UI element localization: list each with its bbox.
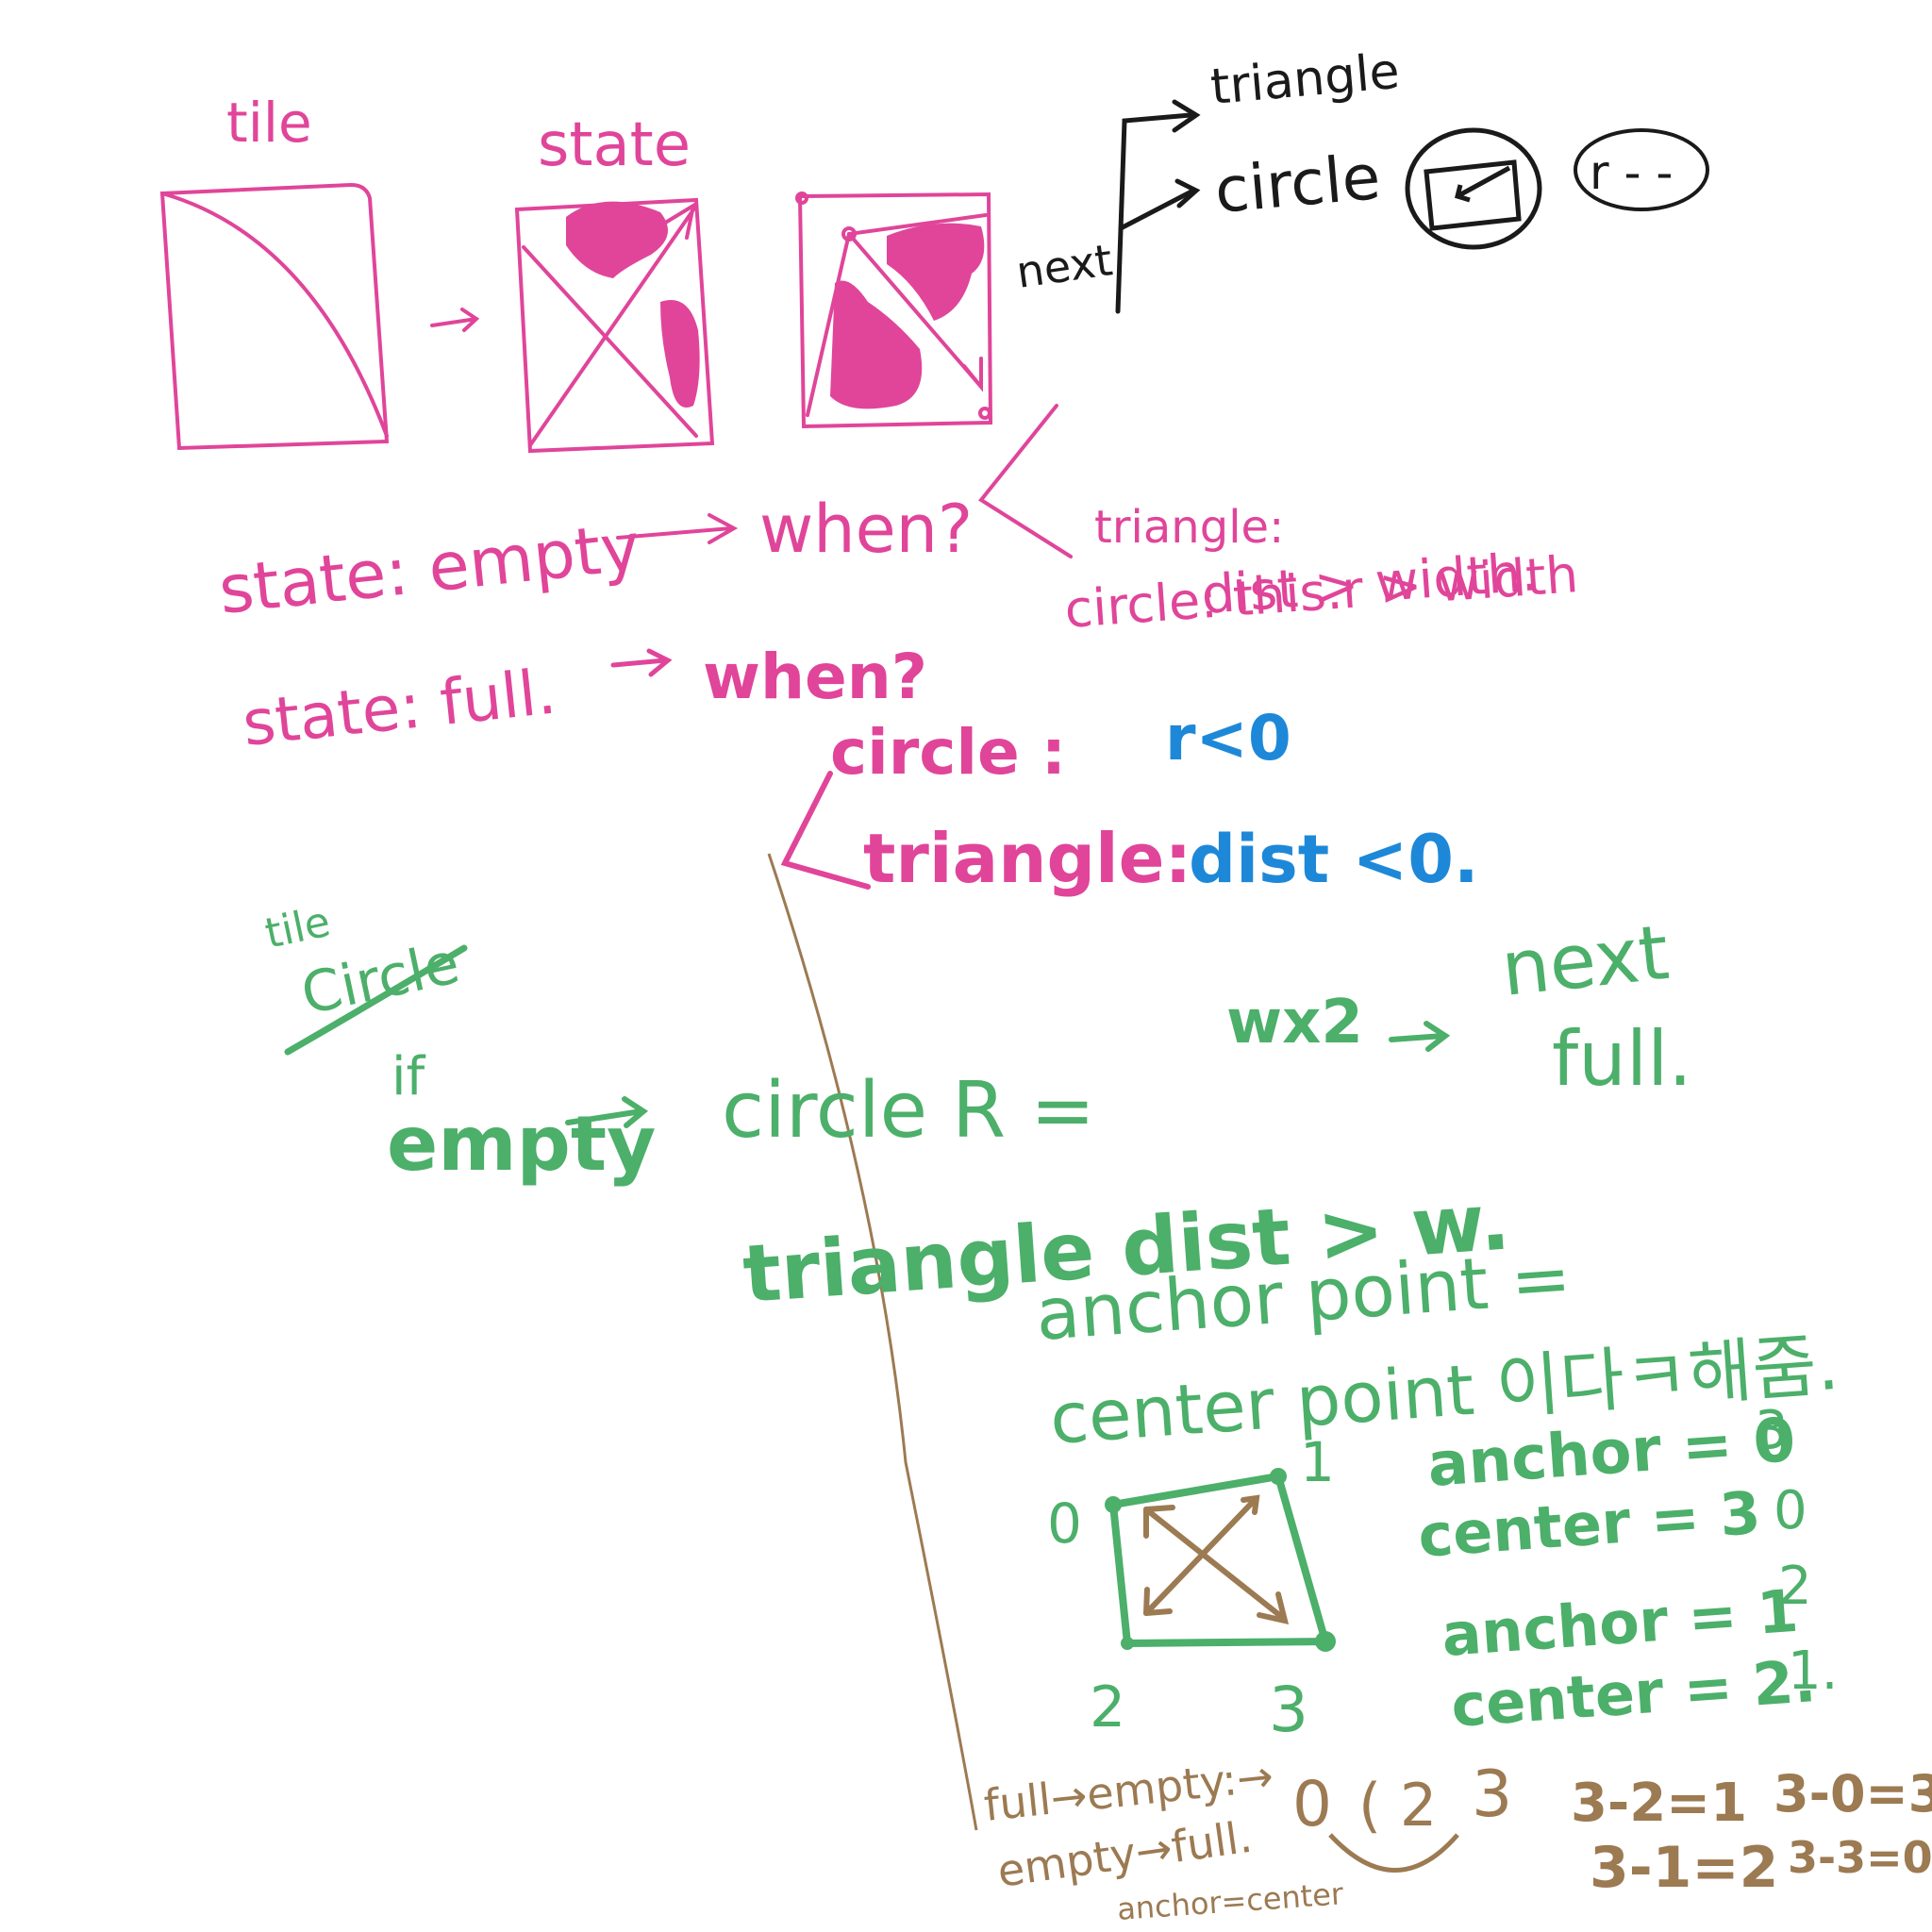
- calc-3-minus-0: 3-0=3: [1774, 1764, 1932, 1824]
- full-green-label: full.: [1552, 1015, 1692, 1103]
- state-box-2-fill: [830, 223, 985, 409]
- green-tile-label: tile: [261, 898, 335, 958]
- sequence-1-2: ( 2: [1358, 1771, 1437, 1840]
- state-full-text: state: full.: [240, 656, 559, 760]
- tile-label: tile: [226, 91, 312, 155]
- when-question-2: when?: [703, 641, 927, 713]
- tile-shape: [159, 182, 390, 451]
- sequence-0: 0: [1292, 1768, 1332, 1840]
- circle-triangle-bracket: [780, 771, 871, 890]
- next-branch: [1115, 99, 1201, 314]
- next-green-label: next: [1497, 908, 1673, 1013]
- center-alt-1: 1.: [1788, 1641, 1838, 1702]
- full-when-arrow: [610, 648, 673, 677]
- wx2-label: wx2: [1226, 988, 1363, 1058]
- triangle-condition-text: dist > width.: [1199, 541, 1540, 626]
- corner-3-label: 3: [1269, 1674, 1308, 1746]
- calc-3-minus-2: 3-2=1: [1571, 1773, 1747, 1834]
- circle-label-2: circle :: [830, 716, 1066, 789]
- corner-1-label: 1: [1300, 1430, 1335, 1494]
- anchor-alt-2: 2: [1778, 1556, 1812, 1617]
- triangle-option-label: triangle: [1208, 43, 1402, 116]
- state-label: state: [538, 110, 691, 180]
- calc-3-minus-1: 3-1=2: [1590, 1835, 1778, 1901]
- whiteboard-canvas: tile state circle: this.r > width triang…: [0, 0, 1932, 1932]
- when-question-1: when?: [759, 491, 973, 568]
- sequence-3: 3: [1472, 1757, 1512, 1832]
- corner-square: [1105, 1468, 1336, 1652]
- circle-option-label: circle: [1212, 141, 1384, 227]
- if-label: if: [391, 1046, 426, 1108]
- corner-0-label: 0: [1047, 1491, 1082, 1556]
- circle-r-less-zero: r<0: [1165, 702, 1291, 774]
- tile-arc: [160, 192, 389, 438]
- sequence-arc: [1328, 1833, 1459, 1873]
- tile-to-state-arrow: [430, 308, 480, 332]
- center-alt-0: 0: [1774, 1480, 1807, 1541]
- anchor-center-label: anchor=center: [1116, 1875, 1345, 1927]
- empty-label: empty: [387, 1100, 656, 1188]
- next-label: next: [1013, 234, 1115, 298]
- wx2-next-arrow: [1389, 1021, 1451, 1052]
- calc-3-minus-3: 3-3=0: [1788, 1832, 1932, 1883]
- when-bracket: [978, 404, 1073, 558]
- triangle-label: triangle:: [1094, 501, 1284, 554]
- triangle-label-2: triangle:: [863, 819, 1191, 898]
- r-dash-label: r - -: [1590, 145, 1673, 200]
- corner-2-label: 2: [1090, 1674, 1125, 1740]
- anchor-alt-3: 3: [1755, 1400, 1789, 1461]
- circle-r-label: circle R =: [722, 1066, 1095, 1156]
- state-empty-text: state: empty: [215, 508, 643, 629]
- circle-icon: [1405, 127, 1542, 250]
- triangle-dist-less-zero: dist <0.: [1189, 821, 1479, 898]
- sketch-drawing: tile state circle: this.r > width triang…: [159, 43, 1932, 1927]
- brown-divider-line: [767, 853, 978, 1831]
- tile-shape-group: [159, 182, 390, 451]
